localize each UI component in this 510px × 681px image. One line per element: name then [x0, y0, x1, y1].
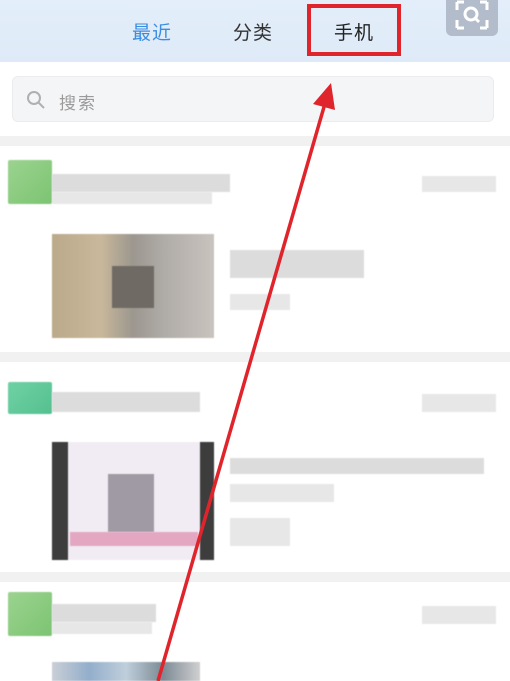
annotation-arrow-icon: [156, 83, 335, 681]
